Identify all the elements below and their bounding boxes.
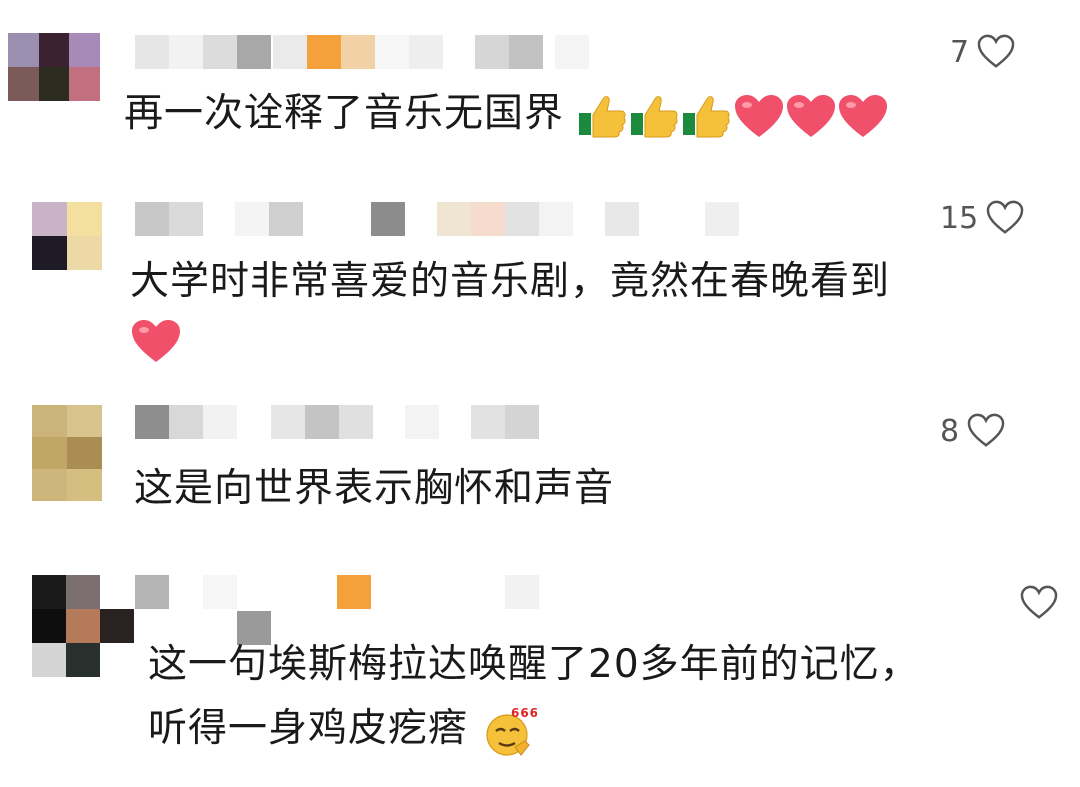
- heart-outline-icon[interactable]: [986, 200, 1024, 236]
- comment-item: 15 大学时非常喜爱的音乐剧，竟然在春晚看到: [0, 190, 1080, 370]
- red-heart-icon: [839, 94, 888, 137]
- heart-outline-icon[interactable]: [1020, 585, 1058, 621]
- heart-outline-icon[interactable]: [977, 34, 1015, 70]
- username-redacted[interactable]: [135, 575, 555, 645]
- heart-outline-icon[interactable]: [967, 413, 1005, 449]
- avatar[interactable]: [32, 405, 102, 501]
- like-control[interactable]: 15: [940, 200, 1024, 236]
- comment-text-line-2: 听得一身鸡皮疙瘩 666: [148, 701, 537, 759]
- comment-item: 8 这是向世界表示胸怀和声音: [0, 395, 1080, 545]
- avatar[interactable]: [8, 33, 100, 101]
- comment-text: 大学时非常喜爱的音乐剧，竟然在春晚看到: [130, 259, 891, 304]
- comment-text: 这是向世界表示胸怀和声音: [134, 466, 615, 511]
- comment-text-line-1: 这一句埃斯梅拉达唤醒了20多年前的记忆，: [148, 642, 920, 687]
- like-count: 15: [940, 200, 979, 236]
- thumbs-up-icon: [579, 95, 626, 137]
- username-redacted[interactable]: [135, 202, 755, 236]
- like-count: 7: [950, 34, 970, 70]
- red-heart-icon: [132, 320, 180, 362]
- like-control[interactable]: 8: [940, 413, 1005, 449]
- 666-face-icon: 666: [486, 706, 537, 756]
- comment-text: 再一次诠释了音乐无国界: [124, 86, 889, 142]
- like-control[interactable]: [1012, 585, 1058, 621]
- avatar[interactable]: [32, 575, 134, 677]
- red-heart-icon: [787, 94, 836, 137]
- like-count: 8: [940, 413, 960, 449]
- avatar[interactable]: [32, 202, 102, 270]
- emoji-row: [130, 318, 182, 364]
- 666-label: 666: [511, 706, 537, 720]
- red-heart-icon: [735, 94, 784, 137]
- thumbs-up-icon: [631, 95, 678, 137]
- username-redacted[interactable]: [135, 35, 605, 69]
- comment-item: 7 再一次诠释了音乐无国界: [0, 0, 1080, 170]
- thumbs-up-icon: [683, 95, 730, 137]
- username-redacted[interactable]: [135, 405, 555, 439]
- emoji-row: [577, 91, 889, 137]
- comment-item: 这一句埃斯梅拉达唤醒了20多年前的记忆， 听得一身鸡皮疙瘩 666: [0, 565, 1080, 787]
- like-control[interactable]: 7: [950, 34, 1015, 70]
